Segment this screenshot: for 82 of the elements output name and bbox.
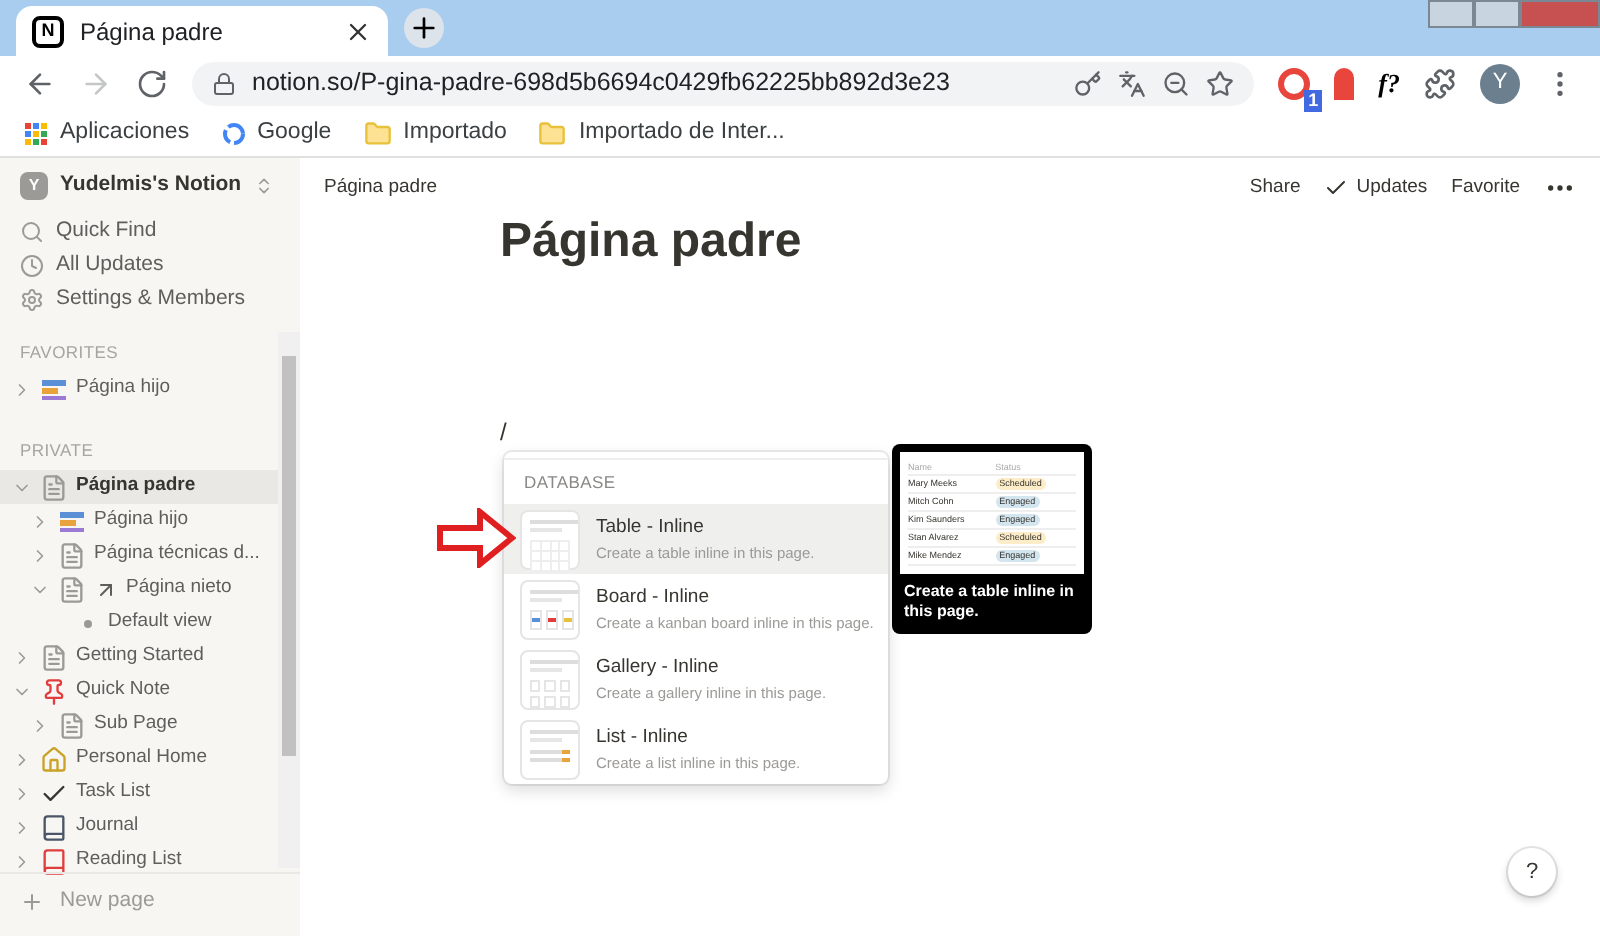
sidebar-action[interactable]: Quick Find [0, 214, 300, 248]
text-block[interactable]: / [500, 414, 1600, 442]
menu-item-title: List - Inline [596, 723, 690, 752]
extension-badge: 1 [1304, 89, 1323, 111]
clock-icon [20, 253, 44, 277]
bookmark-link[interactable]: Importado [363, 115, 507, 151]
table-thumbnail-icon [520, 509, 580, 569]
sidebar-item[interactable]: Página técnicas d... [0, 538, 278, 572]
topbar-button[interactable]: Updates [1324, 173, 1428, 203]
book-icon [40, 847, 68, 875]
menu-item-title: Board - Inline [596, 583, 712, 612]
database-icon [58, 507, 86, 535]
bookmark-link[interactable]: Google [221, 115, 332, 151]
scrollbar[interactable] [278, 332, 300, 868]
switch-icon [253, 176, 274, 196]
bookmark-link[interactable]: Importado de Inter... [538, 115, 785, 151]
sidebar-item[interactable]: Página hijo [0, 372, 278, 406]
browser-tab[interactable]: N Página padre [16, 6, 388, 56]
page-title[interactable]: Página padre [500, 206, 1600, 278]
page-icon [58, 575, 86, 603]
star-icon[interactable] [1206, 69, 1235, 97]
sidebar-item[interactable]: Quick Note [0, 674, 278, 708]
menu-section-heading: DATABASE [522, 469, 618, 496]
section-heading: PRIVATE [18, 437, 96, 464]
folder-icon [538, 119, 567, 147]
check-icon [1324, 176, 1349, 200]
menu-item-title: Gallery - Inline [596, 653, 721, 682]
topbar-button[interactable]: Favorite [1451, 173, 1520, 203]
bullet-icon [84, 619, 92, 627]
section-heading: FAVORITES [18, 339, 120, 366]
search-icon [20, 219, 44, 243]
page-icon [40, 643, 68, 671]
page-icon [58, 541, 86, 569]
plus-icon [408, 12, 440, 44]
plus-icon [20, 889, 44, 913]
sidebar-item[interactable]: Página hijo [0, 504, 278, 538]
sidebar-item[interactable]: Sub Page [0, 708, 278, 742]
board-thumbnail-icon [520, 579, 580, 639]
back-icon[interactable] [24, 67, 56, 99]
sidebar-item[interactable]: Task List [0, 776, 278, 810]
help-button[interactable]: ? [1508, 848, 1556, 896]
workspace-avatar: Y [20, 172, 48, 200]
sidebar-item[interactable]: Página nieto [0, 572, 278, 606]
pin-icon [40, 677, 68, 705]
sidebar-action[interactable]: All Updates [0, 248, 300, 282]
extensions-icon[interactable] [1424, 67, 1456, 99]
sidebar-item[interactable]: Journal [0, 810, 278, 844]
zoom-out-icon[interactable] [1162, 69, 1191, 97]
sidebar-action[interactable]: Settings & Members [0, 282, 300, 316]
breadcrumb[interactable]: Página padre [324, 173, 438, 203]
workspace-switcher[interactable]: Y Yudelmis's Notion [0, 158, 300, 214]
key-icon[interactable] [1074, 69, 1103, 97]
page-icon [58, 711, 86, 739]
topbar-button[interactable]: Share [1249, 173, 1301, 203]
house-icon [40, 745, 68, 773]
sidebar-item[interactable]: Reading List [0, 844, 278, 878]
address-bar[interactable]: notion.so/P-gina-padre-698d5b6694c0429fb62225bb892d3e23 [192, 61, 1255, 105]
folder-icon [363, 119, 392, 147]
database-icon [40, 375, 68, 403]
bookmark-link[interactable]: Aplicaciones [24, 115, 190, 151]
forward-icon[interactable] [80, 67, 112, 99]
sidebar-item[interactable]: Personal Home [0, 742, 278, 776]
lock-icon [212, 71, 236, 95]
gallery-thumbnail-icon [520, 649, 580, 709]
settings-icon [20, 287, 44, 311]
list-thumbnail-icon [520, 719, 580, 779]
book-icon [40, 813, 68, 841]
arrow-icon [436, 508, 516, 568]
sidebar-item[interactable]: Página padre [0, 470, 278, 504]
notion-logo-icon: N [32, 15, 64, 47]
sidebar-item[interactable]: Default view [0, 606, 278, 640]
apps-grid-icon [24, 121, 48, 145]
sidebar-item[interactable]: Getting Started [0, 640, 278, 674]
new-tab-button[interactable] [404, 8, 444, 48]
menu-item-title: Table - Inline [596, 513, 706, 542]
profile-avatar[interactable]: Y [1480, 63, 1520, 103]
google-logo-icon [221, 121, 246, 145]
translate-icon[interactable] [1118, 69, 1147, 97]
function-icon[interactable]: f? [1378, 63, 1400, 103]
reload-icon[interactable] [136, 67, 168, 99]
preview-caption: Create a table inline in this page. [902, 582, 1076, 624]
page-icon [40, 473, 68, 501]
